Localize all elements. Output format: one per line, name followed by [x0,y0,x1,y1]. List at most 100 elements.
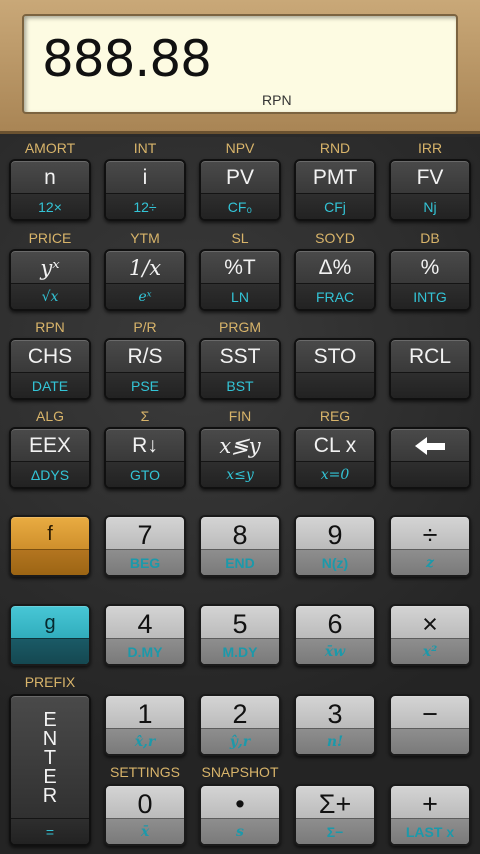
key-swap-xy-label: x≶y [219,434,261,458]
key-n-label: n [44,166,56,189]
label-soyd: SOYD [315,230,355,246]
key-4-g-label: D.MY [106,638,184,664]
key-sst-label: SST [219,345,261,368]
key-fv[interactable]: FV Nj [389,159,471,221]
label-settings: SETTINGS [109,764,180,780]
key-pv[interactable]: PV CF₀ [199,159,281,221]
key-chs[interactable]: CHS DATE [9,338,91,400]
enter-letter: E [43,765,57,788]
label-sigma: Σ [140,408,150,424]
key-9-label: 9 [327,519,343,550]
key-percent-total-label: %T [224,256,256,279]
key-sigma-plus[interactable]: Σ+ Σ− [294,784,376,846]
key-6[interactable]: 6 x̄w [294,604,376,666]
key-plus[interactable]: + LAST x [389,784,471,846]
label-pr: P/R [133,319,157,335]
key-8[interactable]: 8 END [199,515,281,577]
key-swap-xy-g-label: x≤y [201,461,279,487]
key-6-g-label: x̄w [296,638,374,664]
key-3[interactable]: 3 n! [294,694,376,756]
key-sto-label: STO [313,345,357,368]
key-sigma-plus-g-label: Σ− [296,818,374,844]
display-value: 888.88 [42,30,212,88]
key-pv-g-label: CF₀ [201,193,279,219]
key-multiply-g-label: x² [391,638,469,664]
key-percent-total[interactable]: %T LN [199,249,281,311]
key-enter-g-label: = [11,818,89,844]
key-y-pow-x-label: yˣ [40,256,60,280]
key-eex-g-label: ΔDYS [11,461,89,487]
enter-letter: T [43,746,57,769]
key-9[interactable]: 9 N(z) [294,515,376,577]
key-0-label: 0 [137,788,153,819]
key-roll-down[interactable]: R↓ GTO [104,427,186,489]
label-rpn: RPN [35,319,65,335]
key-g-g-label [11,638,89,664]
key-5-g-label: M.DY [201,638,279,664]
label-ytm: YTM [130,230,160,246]
display-bezel: 888.88 RPN [0,0,480,134]
key-eex[interactable]: EEX ΔDYS [9,427,91,489]
key-1[interactable]: 1 x̂,r [104,694,186,756]
key-f-shift[interactable]: f [9,515,91,577]
key-backspace[interactable] [389,427,471,489]
key-multiply[interactable]: × x² [389,604,471,666]
key-decimal[interactable]: • s [199,784,281,846]
key-y-pow-x[interactable]: yˣ √x [9,249,91,311]
key-2-label: 2 [232,698,248,729]
label-int: INT [133,140,157,156]
key-rcl-label: RCL [408,345,451,368]
key-reciprocal-label: 1/x [128,256,162,280]
key-i-label: i [142,166,148,189]
key-pmt-g-label: CFj [296,193,374,219]
key-minus[interactable]: − [389,694,471,756]
key-percent[interactable]: % INTG [389,249,471,311]
key-plus-g-label: LAST x [391,818,469,844]
key-y-pow-x-g-label: √x [11,283,89,309]
key-clx-g-label: x=0 [296,461,374,487]
label-snapshot: SNAPSHOT [201,764,279,780]
label-alg: ALG [35,408,64,424]
key-0[interactable]: 0 x̄ [104,784,186,846]
key-9-g-label: N(z) [296,549,374,575]
key-7-g-label: BEG [106,549,184,575]
key-sst[interactable]: SST BST [199,338,281,400]
label-npv: NPV [225,140,255,156]
key-backspace-g-label [391,461,469,487]
key-3-label: 3 [327,698,343,729]
key-divide[interactable]: ÷ z [389,515,471,577]
key-g-shift[interactable]: g [9,604,91,666]
key-n[interactable]: n 12× [9,159,91,221]
key-3-g-label: n! [296,728,374,754]
key-rcl-g-label [391,372,469,398]
keypad: AMORT INT NPV RND IRR n 12× i 12÷ PV CF₀… [0,137,480,854]
key-decimal-label: • [235,788,245,819]
key-2[interactable]: 2 ŷ,r [199,694,281,756]
key-divide-label: ÷ [422,519,438,550]
label-prefix: PREFIX [24,674,76,690]
key-4[interactable]: 4 D.MY [104,604,186,666]
key-chs-label: CHS [27,345,73,368]
key-eex-label: EEX [28,434,72,457]
key-delta-percent[interactable]: Δ% FRAC [294,249,376,311]
label-irr: IRR [417,140,443,156]
key-swap-xy[interactable]: x≶y x≤y [199,427,281,489]
key-pmt[interactable]: PMT CFj [294,159,376,221]
key-multiply-label: × [422,608,438,639]
key-roll-down-g-label: GTO [106,461,184,487]
key-rcl[interactable]: RCL [389,338,471,400]
key-i[interactable]: i 12÷ [104,159,186,221]
key-6-label: 6 [327,608,343,639]
key-sto[interactable]: STO [294,338,376,400]
label-reg: REG [319,408,351,424]
key-reciprocal[interactable]: 1/x eˣ [104,249,186,311]
key-clx[interactable]: CL x x=0 [294,427,376,489]
key-enter[interactable]: ENTER = [9,694,91,846]
key-run-stop[interactable]: R/S PSE [104,338,186,400]
key-7[interactable]: 7 BEG [104,515,186,577]
enter-letter: E [43,708,57,731]
key-f-label: f [47,522,53,545]
key-5[interactable]: 5 M.DY [199,604,281,666]
key-decimal-g-label: s [201,818,279,844]
key-g-label: g [44,611,56,634]
